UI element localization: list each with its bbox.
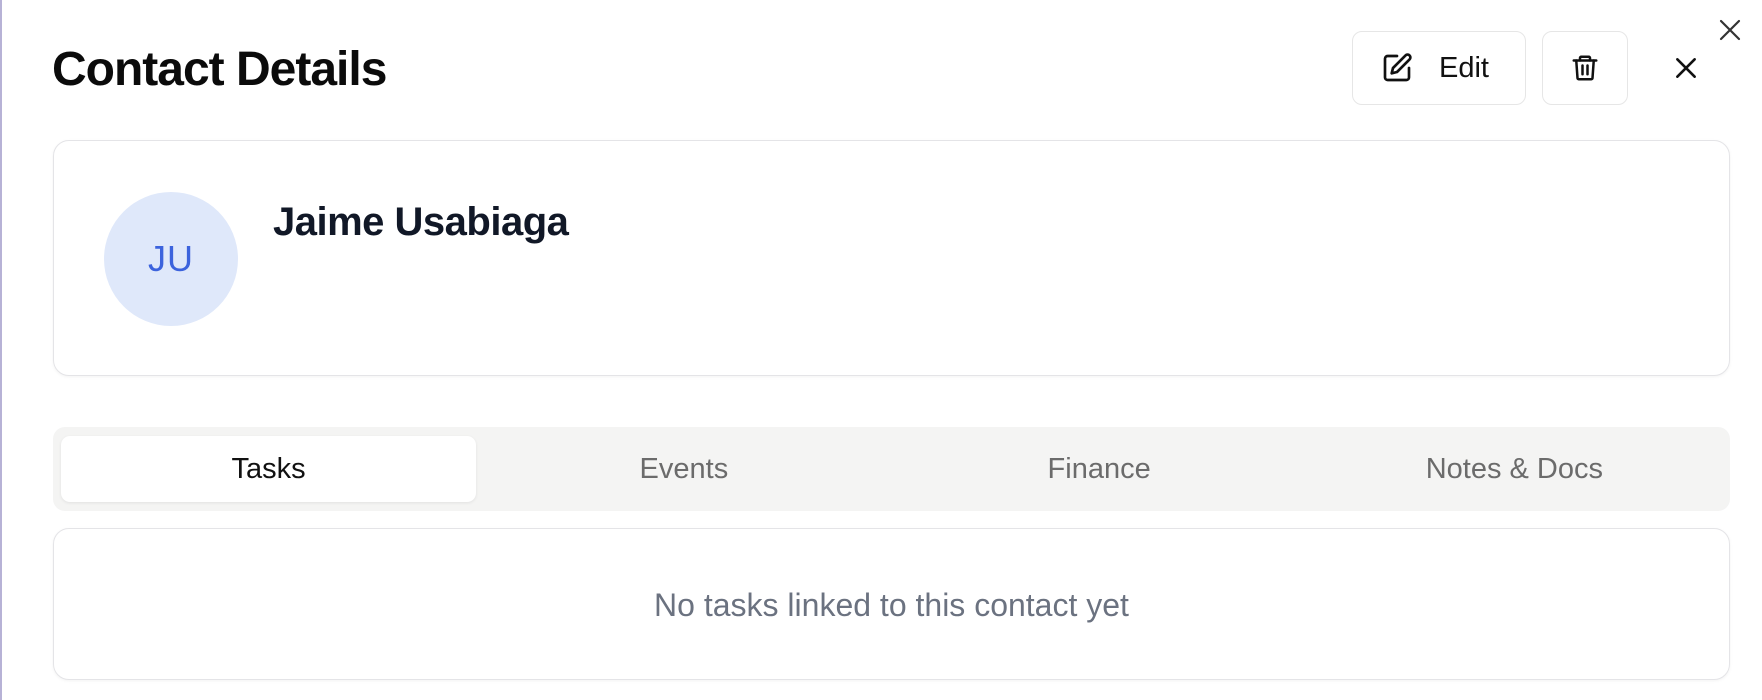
contact-details-dialog: Contact Details Edit JU Jaime Usabiaga T…	[0, 0, 1762, 700]
tab-tasks[interactable]: Tasks	[61, 436, 477, 502]
edit-button[interactable]: Edit	[1352, 31, 1526, 105]
pencil-square-icon	[1383, 53, 1412, 82]
page-title: Contact Details	[52, 43, 387, 96]
delete-button[interactable]	[1542, 31, 1628, 105]
close-icon	[1676, 58, 1696, 78]
tab-notes-docs[interactable]: Notes & Docs	[1307, 436, 1722, 502]
tab-finance[interactable]: Finance	[892, 436, 1307, 502]
dialog-close-button[interactable]	[1666, 48, 1706, 88]
contact-profile-card: JU Jaime Usabiaga	[53, 140, 1730, 376]
empty-state-message: No tasks linked to this contact yet	[654, 586, 1129, 623]
edit-button-label: Edit	[1439, 51, 1489, 84]
tasks-panel: No tasks linked to this contact yet	[53, 528, 1730, 680]
tab-events[interactable]: Events	[476, 436, 891, 502]
outer-close-button[interactable]	[1714, 14, 1746, 46]
close-icon	[1719, 19, 1741, 41]
trash-icon	[1572, 55, 1598, 81]
contact-name: Jaime Usabiaga	[273, 200, 569, 244]
avatar: JU	[104, 192, 238, 326]
tab-bar: Tasks Events Finance Notes & Docs	[53, 427, 1730, 511]
